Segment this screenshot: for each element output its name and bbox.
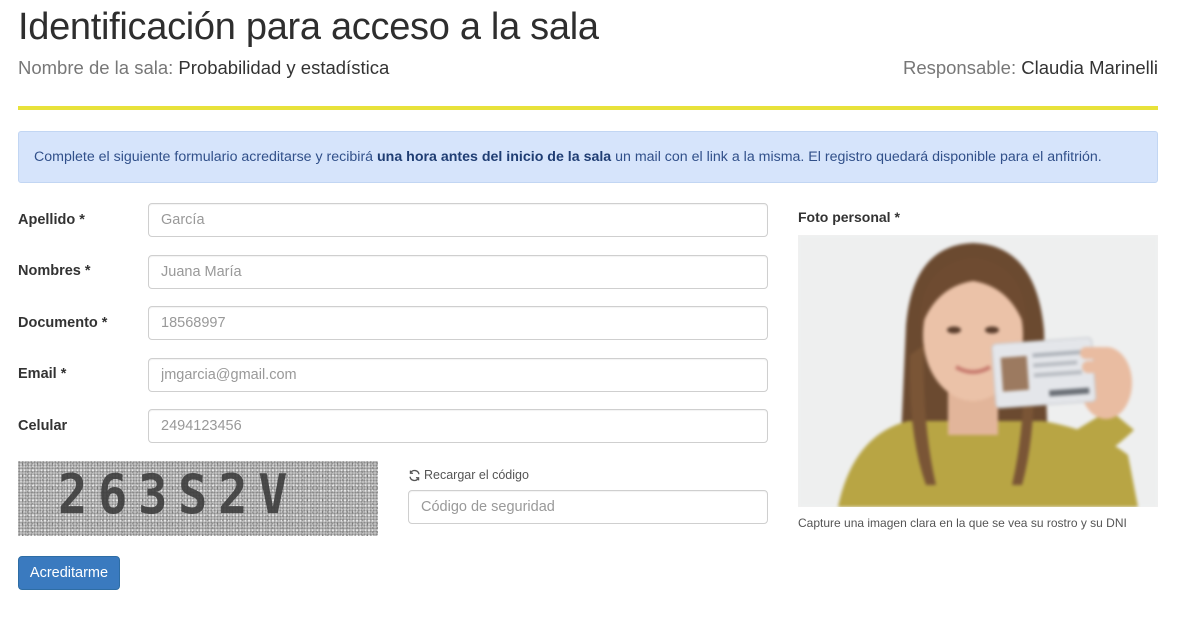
security-code-input[interactable] (408, 490, 768, 524)
room-name-label: Nombre de la sala: (18, 57, 174, 78)
apellido-label: Apellido * (18, 212, 85, 228)
notice-text-bold: una hora antes del inicio de la sala (377, 149, 612, 165)
celular-label: Celular (18, 418, 68, 434)
reload-captcha-link[interactable]: Recargar el código (408, 468, 529, 482)
responsible-value: Claudia Marinelli (1021, 57, 1158, 78)
info-notice: Complete el siguiente formulario acredit… (18, 131, 1158, 183)
header-divider (18, 106, 1158, 110)
captcha-text: 263S2V (58, 463, 299, 526)
page-title: Identificación para acceso a la sala (18, 6, 599, 48)
reload-captcha-label: Recargar el código (424, 468, 529, 482)
documento-input[interactable] (148, 306, 768, 340)
photo-help-text: Capture una imagen clara en la que se ve… (798, 516, 1127, 530)
documento-label: Documento * (18, 315, 108, 331)
photo-illustration (798, 235, 1158, 507)
notice-text-after: un mail con el link a la misma. El regis… (611, 149, 1102, 165)
room-name-value: Probabilidad y estadística (178, 57, 390, 78)
photo-label: Foto personal * (798, 209, 900, 225)
nombres-input[interactable] (148, 255, 768, 289)
refresh-icon (409, 469, 420, 481)
apellido-input[interactable] (148, 203, 768, 237)
room-name: Nombre de la sala: Probabilidad y estadí… (18, 57, 389, 79)
notice-text-before: Complete el siguiente formulario acredit… (34, 149, 378, 165)
responsible: Responsable: Claudia Marinelli (903, 57, 1158, 79)
email-label: Email * (18, 366, 67, 382)
captcha-image: 263S2V (18, 461, 378, 536)
email-input[interactable] (148, 358, 768, 392)
personal-photo[interactable] (798, 235, 1158, 507)
responsible-label: Responsable: (902, 57, 1017, 78)
acreditarme-button[interactable]: Acreditarme (18, 556, 120, 590)
nombres-label: Nombres * (18, 263, 91, 279)
celular-input[interactable] (148, 409, 768, 443)
